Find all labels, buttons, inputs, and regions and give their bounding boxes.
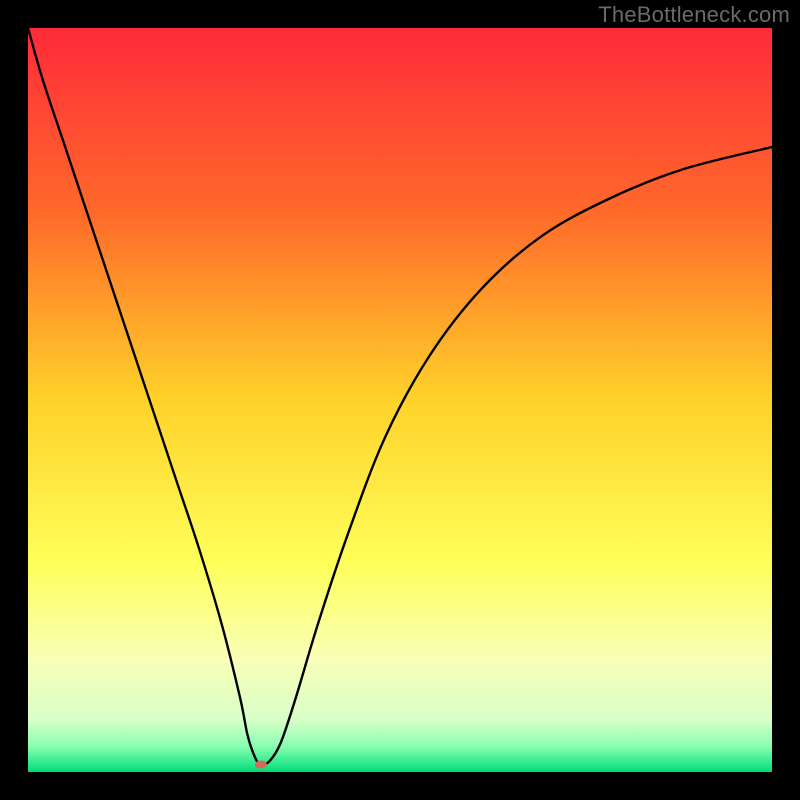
plot-area — [28, 28, 772, 772]
chart-frame: TheBottleneck.com — [0, 0, 800, 800]
gradient-background — [28, 28, 772, 772]
chart-svg — [28, 28, 772, 772]
optimal-point-marker — [255, 761, 267, 769]
watermark-text: TheBottleneck.com — [598, 2, 790, 28]
